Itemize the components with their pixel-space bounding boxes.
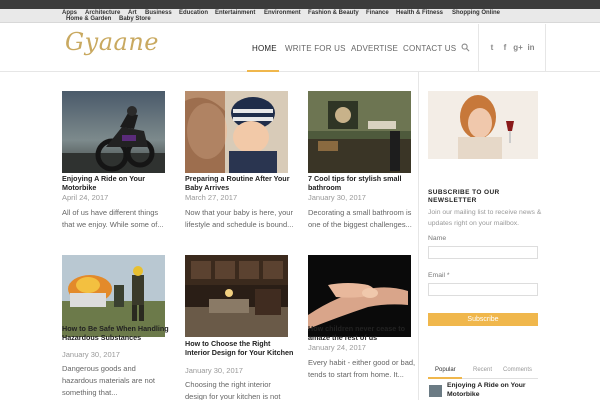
tab-comments[interactable]: Comments (503, 367, 532, 373)
tab-active-indicator (428, 377, 462, 379)
email-label: Email * (428, 272, 450, 279)
post-excerpt: Decorating a small bathroom is one of th… (308, 208, 412, 229)
post-excerpt: Dangerous goods and hazardous materials … (62, 364, 155, 397)
name-field[interactable] (428, 246, 538, 259)
post-title[interactable]: Preparing a Routine After Your Baby Arri… (185, 174, 295, 192)
post-excerpt: Every habit - either good or bad, tends … (308, 358, 416, 379)
post-image-kitchen[interactable] (185, 255, 288, 337)
site-header: Gyaane HOME WRITE FOR US ADVERTISE CONTA… (0, 24, 600, 72)
post-date: January 24, 2017 (308, 343, 366, 352)
nav-contact-us[interactable]: CONTACT US (403, 44, 456, 53)
twitter-icon[interactable]: t (487, 43, 497, 53)
header-divider (545, 24, 546, 72)
linkedin-icon[interactable]: in (526, 43, 536, 53)
category-health-fitness[interactable]: Health & Fitness (396, 10, 443, 17)
category-environment[interactable]: Environment (264, 10, 301, 17)
category-fashion-beauty[interactable]: Fashion & Beauty (308, 10, 359, 17)
newsletter-text: Join our mailing list to receive news & … (428, 209, 542, 227)
tab-recent[interactable]: Recent (473, 367, 492, 373)
post-date: April 24, 2017 (62, 193, 109, 202)
post-title[interactable]: Enjoying A Ride on Your Motorbike (62, 174, 172, 192)
post-date: January 30, 2017 (185, 366, 243, 375)
post-date: January 30, 2017 (62, 350, 120, 359)
category-finance[interactable]: Finance (366, 10, 389, 17)
post-excerpt: Now that your baby is here, your lifesty… (185, 208, 294, 229)
post-title[interactable]: How to Be Safe When Handling Hazardous S… (62, 324, 172, 342)
nav-home[interactable]: HOME (252, 44, 277, 53)
nav-active-indicator (247, 70, 279, 72)
category-home-garden[interactable]: Home & Garden (66, 16, 111, 23)
post-image-baby[interactable] (185, 91, 288, 173)
top-bar (0, 0, 600, 9)
google-plus-icon[interactable]: g+ (513, 43, 523, 53)
sidebar-ad-image[interactable] (428, 91, 538, 159)
search-icon[interactable] (461, 43, 470, 52)
email-field[interactable] (428, 283, 538, 296)
category-baby-store[interactable]: Baby Store (119, 16, 151, 23)
post-date: January 30, 2017 (308, 193, 366, 202)
facebook-icon[interactable]: f (500, 43, 510, 53)
subscribe-button[interactable]: Subscribe (428, 313, 538, 326)
category-entertainment[interactable]: Entertainment (215, 10, 255, 17)
category-education[interactable]: Education (179, 10, 208, 17)
category-shopping-online[interactable]: Shopping Online (452, 10, 500, 17)
post-title[interactable]: How to Choose the Right Interior Design … (185, 339, 295, 357)
sidebar-divider (418, 72, 419, 400)
nav-advertise[interactable]: ADVERTISE (351, 44, 398, 53)
header-divider (478, 24, 479, 72)
category-bar: Apps Architecture Art Business Education… (0, 9, 600, 23)
name-label: Name (428, 235, 447, 242)
nav-write-for-us[interactable]: WRITE FOR US (285, 44, 346, 53)
post-title[interactable]: 7 Cool tips for stylish small bathroom (308, 174, 418, 192)
post-image-motorbike[interactable] (62, 91, 165, 173)
post-image-bathroom[interactable] (308, 91, 411, 173)
popular-post-title[interactable]: Enjoying A Ride on Your Motorbike (447, 382, 537, 399)
post-date: March 27, 2017 (185, 193, 238, 202)
tab-popular[interactable]: Popular (435, 367, 456, 373)
site-logo[interactable]: Gyaane (65, 28, 159, 56)
post-excerpt: All of us have different things that we … (62, 208, 164, 229)
post-title[interactable]: How children never cease to amaze the re… (308, 324, 418, 342)
newsletter-heading: SUBSCRIBE TO OUR NEWSLETTER (428, 189, 500, 204)
popular-post-thumbnail[interactable] (429, 385, 442, 397)
post-excerpt: Choosing the right interior design for y… (185, 380, 281, 400)
